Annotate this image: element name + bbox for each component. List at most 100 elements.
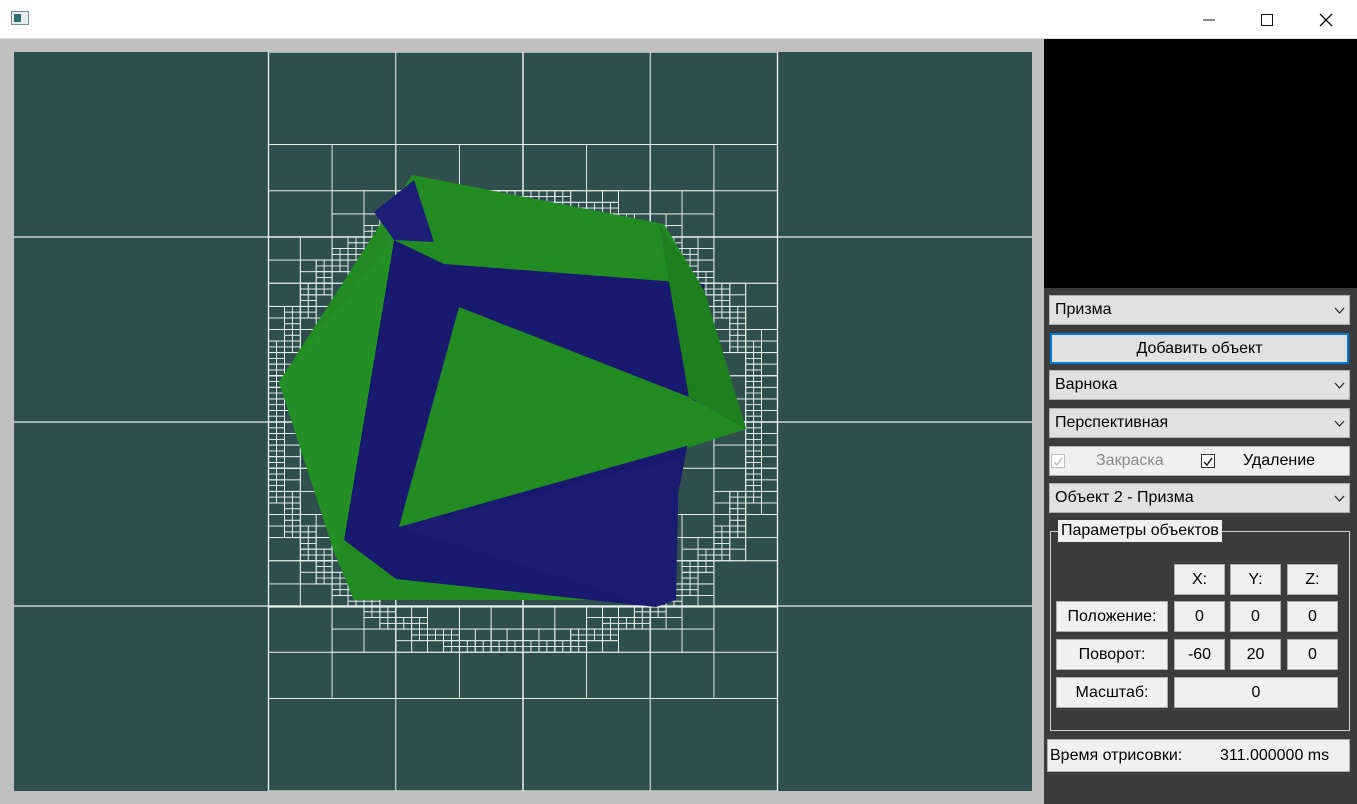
grid-cell bbox=[395, 617, 405, 624]
close-button[interactable] bbox=[1297, 0, 1355, 39]
grid-cell bbox=[562, 646, 572, 653]
grid-cell bbox=[498, 646, 508, 653]
grid-cell bbox=[323, 259, 333, 267]
scale-input[interactable]: 0 bbox=[1174, 677, 1338, 708]
grid-cell bbox=[649, 617, 667, 630]
grid-cell bbox=[610, 622, 619, 630]
grid-cell bbox=[458, 651, 524, 699]
grid-cell bbox=[713, 543, 723, 550]
grid-cell bbox=[411, 640, 428, 653]
grid-cell bbox=[268, 537, 301, 562]
grid-cell bbox=[745, 467, 755, 475]
grid-cell bbox=[745, 386, 755, 394]
grid-cell bbox=[729, 537, 747, 550]
maximize-button[interactable] bbox=[1238, 0, 1296, 39]
grid-cell bbox=[427, 634, 436, 642]
removal-checkbox[interactable] bbox=[1201, 454, 1215, 468]
grid-cell bbox=[697, 554, 707, 562]
grid-cell bbox=[681, 583, 691, 591]
grid-cell bbox=[745, 450, 755, 458]
grid-cell bbox=[586, 190, 603, 203]
grid-cell bbox=[331, 144, 397, 192]
grid-cell bbox=[284, 467, 301, 481]
add-object-button[interactable]: Добавить объект bbox=[1050, 333, 1349, 364]
rotation-z-input[interactable]: 0 bbox=[1287, 639, 1338, 670]
rotation-x-input[interactable]: -60 bbox=[1174, 639, 1225, 670]
minimize-button[interactable] bbox=[1180, 0, 1238, 39]
grid-cell bbox=[681, 589, 691, 596]
title-bar bbox=[0, 0, 1357, 39]
chevron-down-icon bbox=[1333, 296, 1345, 324]
grid-cell bbox=[395, 698, 524, 791]
grid-cell bbox=[753, 490, 762, 498]
grid-cell bbox=[649, 52, 778, 145]
projection-select[interactable]: Перспективная bbox=[1049, 408, 1350, 438]
grid-cell bbox=[737, 514, 747, 521]
grid-cell bbox=[761, 352, 778, 365]
grid-cell bbox=[713, 490, 731, 504]
grid-cell bbox=[331, 628, 365, 653]
grid-cell bbox=[268, 490, 277, 498]
grid-cell bbox=[331, 248, 341, 255]
grid-cell bbox=[602, 628, 611, 636]
position-x-input[interactable]: 0 bbox=[1174, 601, 1225, 632]
object-select-value: Объект 2 - Призма bbox=[1055, 489, 1194, 506]
grid-cell bbox=[745, 537, 778, 562]
primitive-select[interactable]: Призма bbox=[1049, 295, 1350, 325]
grid-cell bbox=[546, 646, 556, 653]
grid-cell bbox=[618, 622, 627, 630]
grid-cell bbox=[291, 490, 301, 498]
grid-cell bbox=[299, 514, 317, 527]
grid-cell bbox=[737, 329, 747, 336]
grid-cell bbox=[299, 305, 309, 313]
grid-cell bbox=[649, 698, 778, 791]
shading-checkbox[interactable] bbox=[1051, 454, 1065, 468]
removal-label: Удаление bbox=[1243, 452, 1316, 469]
grid-cell bbox=[466, 640, 476, 647]
grid-cell bbox=[458, 646, 468, 653]
grid-cell bbox=[618, 617, 627, 624]
position-z-input[interactable]: 0 bbox=[1287, 601, 1338, 632]
grid-cell bbox=[729, 346, 739, 354]
grid-cell bbox=[745, 404, 755, 411]
grid-cell bbox=[339, 248, 349, 255]
grid-cell bbox=[745, 479, 755, 486]
render-mode-select[interactable]: Варнока bbox=[1049, 370, 1350, 400]
grid-cell bbox=[276, 369, 285, 377]
grid-cell bbox=[331, 190, 365, 215]
position-y-input[interactable]: 0 bbox=[1230, 601, 1281, 632]
grid-cell bbox=[363, 611, 373, 618]
grid-cell bbox=[761, 410, 778, 423]
grid-cell bbox=[554, 196, 564, 203]
grid-cell bbox=[570, 628, 580, 636]
grid-cell bbox=[363, 225, 373, 232]
object-select[interactable]: Объект 2 - Призма bbox=[1049, 483, 1350, 513]
grid-cell bbox=[443, 628, 452, 636]
grid-cell bbox=[530, 646, 540, 653]
render-viewport[interactable] bbox=[14, 52, 1032, 791]
grid-cell bbox=[276, 496, 285, 504]
grid-cell bbox=[761, 398, 778, 411]
grid-cell bbox=[681, 514, 715, 539]
grid-cell bbox=[594, 628, 603, 636]
grid-cell bbox=[315, 277, 325, 284]
grid-cell bbox=[697, 548, 707, 556]
grid-cell bbox=[315, 548, 325, 556]
grid-cell bbox=[276, 346, 285, 354]
grid-cell bbox=[745, 381, 755, 388]
grid-cell bbox=[761, 375, 778, 388]
grid-cell bbox=[268, 502, 285, 515]
grid-cell bbox=[713, 605, 778, 653]
grid-cell bbox=[753, 473, 762, 481]
grid-cell bbox=[451, 628, 460, 636]
grid-cell bbox=[331, 605, 365, 630]
grid-cell bbox=[307, 294, 317, 301]
grid-cell bbox=[721, 548, 731, 556]
grid-cell bbox=[299, 288, 309, 296]
grid-cell bbox=[522, 640, 532, 647]
grid-cell bbox=[268, 375, 277, 382]
rotation-y-input[interactable]: 20 bbox=[1230, 639, 1281, 670]
grid-cell bbox=[681, 213, 715, 238]
grid-cell bbox=[522, 646, 532, 653]
grid-cell bbox=[689, 259, 699, 267]
